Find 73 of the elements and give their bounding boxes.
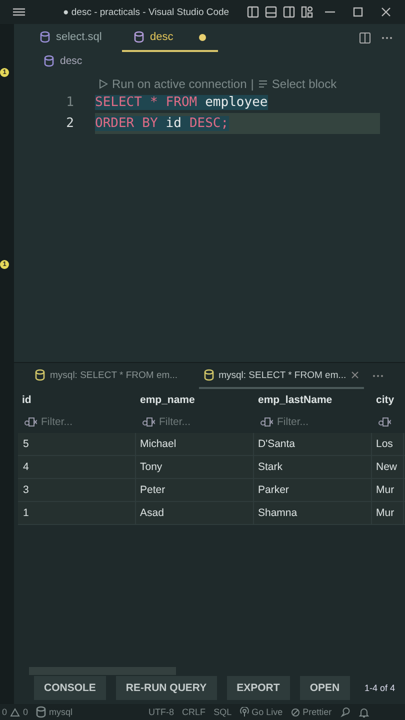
column-header[interactable]: city bbox=[372, 394, 404, 406]
language-mode[interactable]: SQL bbox=[214, 707, 232, 717]
connection-status[interactable]: mysql bbox=[49, 707, 73, 717]
table-cell: Peter bbox=[136, 479, 254, 501]
table-cell: 4 bbox=[18, 456, 136, 478]
table-cell: 1 bbox=[18, 502, 136, 524]
table-cell: Parker bbox=[254, 479, 372, 501]
table-cell: New bbox=[372, 456, 404, 478]
table-cell: Shamna bbox=[254, 502, 372, 524]
table-cell: 3 bbox=[18, 479, 136, 501]
editor-tab[interactable]: select.sql bbox=[28, 24, 122, 52]
editor-tab[interactable]: desc bbox=[122, 24, 218, 52]
table-cell: Asad bbox=[136, 502, 254, 524]
table-cell: Mur bbox=[372, 479, 404, 501]
warning-count[interactable]: 0 bbox=[23, 707, 28, 717]
text-filter-icon bbox=[142, 417, 155, 427]
customize-layout-icon[interactable] bbox=[301, 6, 313, 18]
result-button[interactable]: RE-RUN QUERY bbox=[116, 676, 217, 700]
database-icon bbox=[204, 369, 214, 381]
line-number: 2 bbox=[65, 116, 75, 131]
text-filter-icon bbox=[260, 417, 273, 427]
line-ending[interactable]: CRLF bbox=[182, 707, 206, 717]
disabled-icon bbox=[290, 708, 300, 716]
table-cell: Los bbox=[372, 433, 404, 455]
window-title: ● desc - practicals - Visual Studio Code bbox=[63, 6, 230, 18]
bell-icon[interactable] bbox=[358, 706, 369, 718]
broadcast-icon bbox=[240, 707, 249, 717]
column-header[interactable]: emp_name bbox=[136, 394, 254, 406]
table-cell: 5 bbox=[18, 433, 136, 455]
go-live-button[interactable]: Go Live bbox=[252, 707, 283, 717]
close-icon[interactable] bbox=[351, 371, 360, 379]
table-cell: Mur bbox=[372, 502, 404, 524]
filter-field[interactable]: Filter... bbox=[277, 416, 357, 428]
column-header[interactable]: id bbox=[18, 394, 136, 406]
column-header[interactable]: emp_lastName bbox=[254, 394, 372, 406]
feedback-icon[interactable] bbox=[340, 706, 351, 718]
select-block-icon bbox=[258, 79, 268, 89]
breadcrumb[interactable]: desc bbox=[60, 55, 82, 67]
table-cell: Stark bbox=[254, 456, 372, 478]
table-cell: Michael bbox=[136, 433, 254, 455]
database-icon bbox=[36, 706, 46, 718]
prettier-status[interactable]: Prettier bbox=[302, 707, 332, 717]
result-tab[interactable]: mysql: SELECT * FROM em... bbox=[30, 363, 183, 389]
result-button[interactable]: OPEN bbox=[300, 676, 350, 700]
database-icon bbox=[35, 369, 45, 381]
table-cell: D'Santa bbox=[254, 433, 372, 455]
code-line: SELECT * FROM employee bbox=[95, 94, 269, 112]
run-icon bbox=[98, 79, 108, 89]
filter-field[interactable]: Filter... bbox=[159, 416, 239, 428]
layout-icon[interactable] bbox=[283, 6, 295, 18]
sql-file-icon bbox=[40, 31, 50, 43]
result-button[interactable]: EXPORT bbox=[226, 676, 290, 700]
encoding[interactable]: UTF-8 bbox=[148, 707, 174, 717]
result-tab[interactable]: mysql: SELECT * FROM em... bbox=[198, 363, 364, 389]
sql-file-icon bbox=[134, 31, 144, 43]
table-cell: Tony bbox=[136, 456, 254, 478]
menu-icon[interactable] bbox=[12, 7, 26, 17]
text-filter-icon bbox=[378, 417, 391, 427]
result-button[interactable]: CONSOLE bbox=[34, 676, 106, 700]
line-number: 1 bbox=[65, 95, 75, 110]
codelens-separator: | bbox=[250, 77, 254, 91]
codelens-link[interactable]: Select block bbox=[272, 77, 337, 91]
sql-file-icon bbox=[44, 55, 54, 67]
text-filter-icon bbox=[24, 417, 37, 427]
panel-icon[interactable] bbox=[265, 6, 277, 18]
codelens-link[interactable]: Run on active connection bbox=[112, 77, 247, 91]
error-count[interactable]: 0 bbox=[2, 707, 8, 717]
result-count: 1-4 of 4 bbox=[364, 683, 395, 693]
layout-icon[interactable] bbox=[247, 6, 259, 18]
split-editor-icon[interactable] bbox=[359, 32, 371, 44]
unsaved-dot bbox=[199, 34, 206, 40]
filter-field[interactable]: Filter... bbox=[41, 416, 121, 428]
warning-icon bbox=[10, 708, 20, 716]
